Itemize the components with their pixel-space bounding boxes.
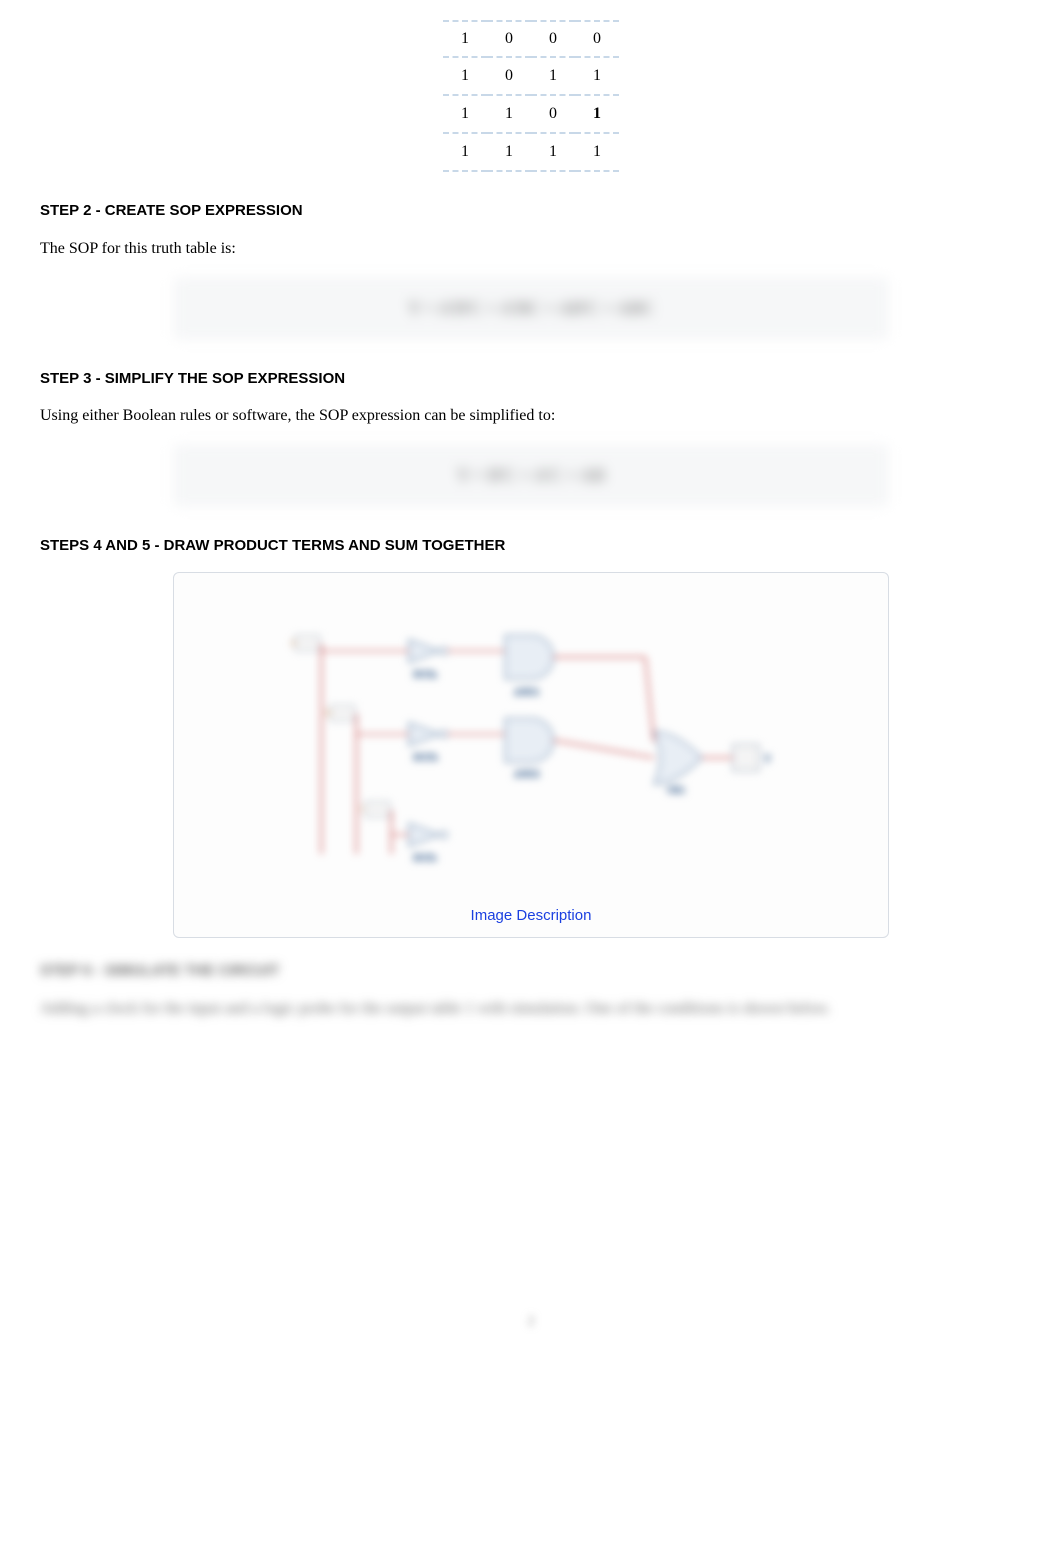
cell: 1 bbox=[531, 134, 575, 172]
svg-text:OR1: OR1 bbox=[667, 784, 685, 795]
step6-heading: STEP 6 - SIMULATE THE CIRCUIT bbox=[40, 960, 1022, 983]
svg-text:B: B bbox=[324, 707, 330, 718]
table-row: 1 0 1 1 bbox=[443, 58, 619, 96]
cell: 1 bbox=[443, 58, 487, 96]
cell: 1 bbox=[443, 96, 487, 134]
table-row: 1 1 0 1 bbox=[443, 96, 619, 134]
cell: 1 bbox=[575, 96, 619, 134]
step3-text: Using either Boolean rules or software, … bbox=[40, 404, 1022, 428]
svg-text:AND2: AND2 bbox=[513, 769, 539, 780]
step3-formula: Y = B'C + A'C + AB bbox=[173, 444, 890, 507]
cell: 0 bbox=[487, 20, 531, 58]
table-row: 1 0 0 0 bbox=[443, 20, 619, 58]
circuit-diagram-container: A B C NOTa NOTb bbox=[173, 572, 890, 939]
image-description-link[interactable]: Image Description bbox=[210, 905, 853, 928]
table-row: 1 1 1 1 bbox=[443, 134, 619, 172]
cell: 0 bbox=[575, 20, 619, 58]
svg-text:NOTa: NOTa bbox=[413, 669, 437, 680]
cell: 1 bbox=[443, 20, 487, 58]
cell: 1 bbox=[487, 96, 531, 134]
step3-heading: STEP 3 - SIMPLIFY THE SOP EXPRESSION bbox=[40, 368, 1022, 391]
cell: 1 bbox=[575, 134, 619, 172]
svg-text:AND1: AND1 bbox=[513, 686, 539, 697]
cell: 1 bbox=[575, 58, 619, 96]
svg-text:NOTb: NOTb bbox=[413, 752, 438, 763]
cell: 1 bbox=[531, 58, 575, 96]
svg-text:A: A bbox=[289, 637, 296, 648]
step2-text: The SOP for this truth table is: bbox=[40, 237, 1022, 261]
step2-formula: Y = A'B'C + A'BC + AB'C + ABC bbox=[173, 277, 890, 340]
svg-text:C: C bbox=[359, 804, 365, 815]
cell: 0 bbox=[531, 96, 575, 134]
cell: 1 bbox=[443, 134, 487, 172]
step6-text: Adding a clock for the input and a logic… bbox=[40, 997, 1022, 1021]
page-number: 2 bbox=[40, 1311, 1022, 1332]
cell: 0 bbox=[531, 20, 575, 58]
step2-heading: STEP 2 - CREATE SOP EXPRESSION bbox=[40, 200, 1022, 223]
svg-text:NOTc: NOTc bbox=[413, 853, 436, 864]
step4-5-heading: STEPS 4 AND 5 - DRAW PRODUCT TERMS AND S… bbox=[40, 535, 1022, 558]
cell: 0 bbox=[487, 58, 531, 96]
cell: 1 bbox=[487, 134, 531, 172]
truth-table: 1 0 0 0 1 0 1 1 1 1 0 1 1 1 1 1 bbox=[443, 20, 619, 172]
svg-text:Y: Y bbox=[764, 754, 771, 765]
circuit-diagram: A B C NOTa NOTb bbox=[210, 609, 853, 897]
